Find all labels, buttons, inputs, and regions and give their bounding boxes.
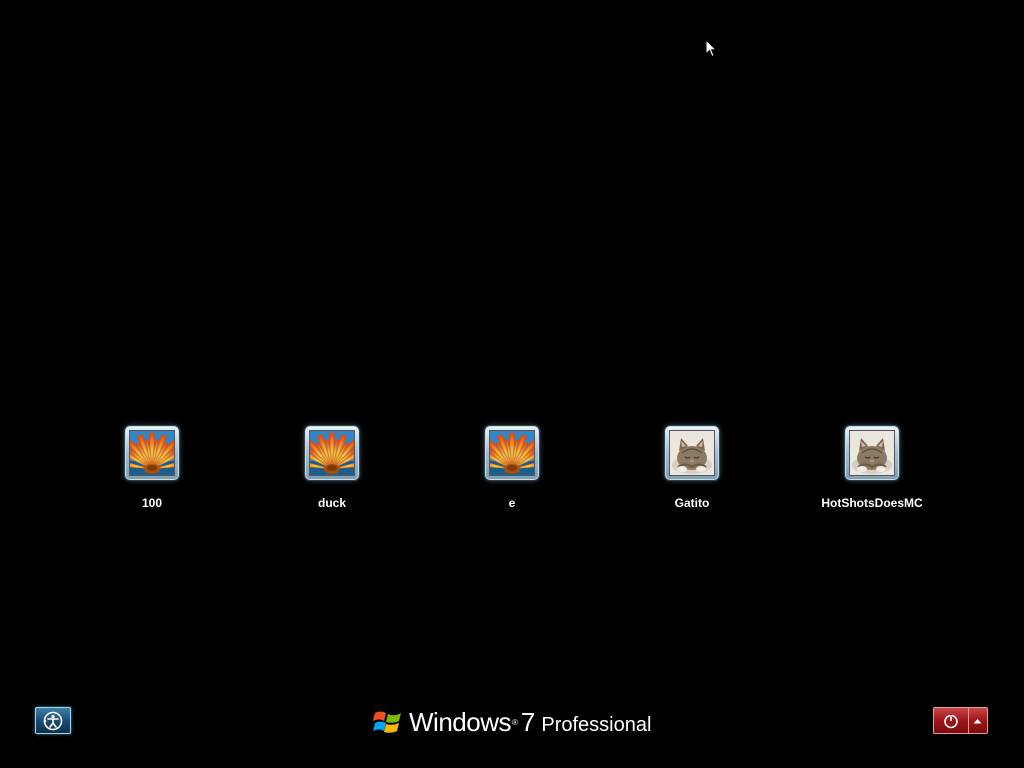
user-picture-frame[interactable]	[845, 426, 899, 480]
version-number: 7	[520, 706, 536, 737]
trademark-symbol: ®	[511, 717, 518, 727]
user-name: HotShotsDoesMC	[821, 496, 923, 510]
user-name: duck	[317, 496, 346, 510]
kitten-icon	[669, 430, 715, 476]
windows-logo-icon	[373, 711, 401, 733]
user-tile-gatito[interactable]: Gatito	[612, 426, 772, 510]
flower-icon	[129, 430, 175, 476]
kitten-icon	[849, 430, 895, 476]
flower-icon	[309, 430, 355, 476]
ease-of-access-button[interactable]	[35, 707, 71, 734]
edition-name: Professional	[541, 713, 652, 736]
user-tile-100[interactable]: 100	[72, 426, 232, 510]
user-picture-frame[interactable]	[125, 426, 179, 480]
product-name: Windows	[409, 706, 511, 737]
user-picture-frame[interactable]	[305, 426, 359, 480]
ease-of-access-icon	[43, 711, 63, 730]
user-picture-frame[interactable]	[665, 426, 719, 480]
flower-icon	[489, 430, 535, 476]
user-name: 100	[141, 496, 163, 510]
user-name: e	[508, 496, 516, 510]
mouse-pointer-icon	[705, 38, 718, 58]
shutdown-button[interactable]	[933, 707, 968, 734]
power-icon	[944, 713, 958, 728]
user-picture-frame[interactable]	[485, 426, 539, 480]
user-tile-hotshotsdoesmc[interactable]: HotShotsDoesMC	[792, 426, 952, 510]
windows-branding: Windows ® 7 Professional	[373, 705, 651, 739]
shutdown-options-button[interactable]	[967, 707, 988, 734]
user-tile-duck[interactable]: duck	[252, 426, 412, 510]
shutdown-control	[933, 707, 988, 734]
arrow-up-icon	[973, 718, 982, 723]
user-name: Gatito	[674, 496, 710, 510]
user-tile-list: 100 duck e Gatito HotShotsDoesMC	[0, 426, 1024, 516]
user-tile-e[interactable]: e	[432, 426, 592, 510]
